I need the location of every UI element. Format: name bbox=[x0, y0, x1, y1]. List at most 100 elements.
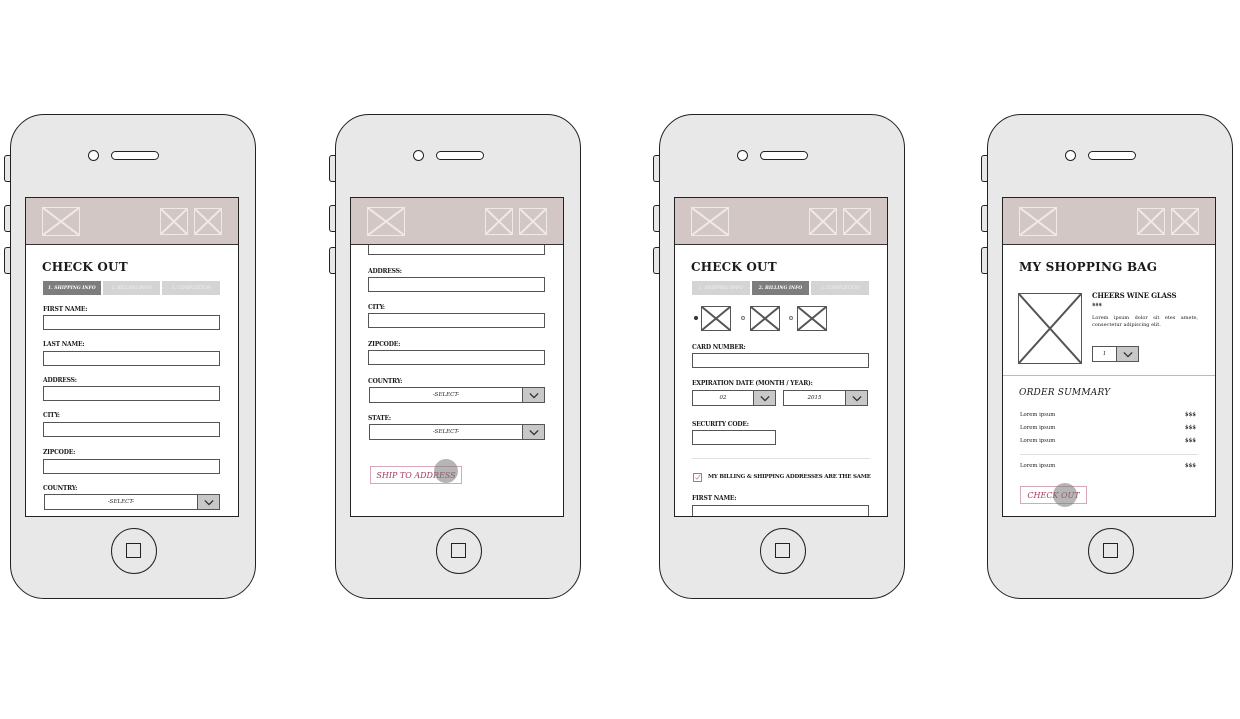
volume-up-button bbox=[653, 205, 659, 232]
card-type-radio[interactable] bbox=[741, 316, 745, 320]
header-icon-placeholder[interactable] bbox=[809, 208, 837, 235]
first-name-label: FIRST NAME: bbox=[43, 306, 88, 313]
city-label: CITY: bbox=[43, 412, 60, 419]
order-summary-title: ORDER SUMMARY bbox=[1019, 388, 1111, 398]
chevron-down-icon[interactable] bbox=[845, 391, 867, 405]
chevron-down-icon[interactable] bbox=[197, 495, 219, 509]
last-name-field[interactable] bbox=[43, 351, 220, 366]
address-field[interactable] bbox=[368, 277, 545, 292]
header-icon-placeholder[interactable] bbox=[160, 208, 188, 235]
first-name-field[interactable] bbox=[43, 315, 220, 330]
card-type-radio[interactable] bbox=[789, 316, 793, 320]
touch-indicator bbox=[434, 459, 458, 483]
volume-down-button bbox=[329, 247, 335, 274]
speaker-icon bbox=[111, 151, 159, 160]
city-field[interactable] bbox=[368, 313, 545, 328]
summary-row-amount: $$$ bbox=[1184, 438, 1196, 444]
quantity-value: 1 bbox=[1102, 351, 1107, 357]
app-header bbox=[26, 198, 238, 245]
security-code-field[interactable] bbox=[692, 430, 776, 445]
state-label: STATE: bbox=[368, 415, 391, 422]
country-select-value: -SELECT- bbox=[107, 499, 135, 505]
front-camera-icon bbox=[1065, 150, 1076, 161]
chevron-down-icon[interactable] bbox=[522, 425, 544, 439]
mute-switch bbox=[981, 155, 987, 182]
header-icon-placeholder[interactable] bbox=[1171, 208, 1199, 235]
app-header bbox=[351, 198, 563, 245]
header-icon-placeholder[interactable] bbox=[1137, 208, 1165, 235]
page-title: CHECK OUT bbox=[691, 260, 777, 274]
card-number-field[interactable] bbox=[692, 353, 869, 368]
product-name[interactable]: CHEERS WINE GLASS bbox=[1092, 291, 1177, 300]
card-type-placeholder-icon[interactable] bbox=[701, 306, 731, 331]
zipcode-label: ZIPCODE: bbox=[368, 341, 401, 348]
home-button[interactable] bbox=[436, 528, 482, 574]
phone-billing-info: CHECK OUT 1. SHIPPING INFO 2. BILLING IN… bbox=[653, 114, 905, 599]
chevron-down-icon[interactable] bbox=[522, 388, 544, 402]
speaker-icon bbox=[1088, 151, 1136, 160]
logo-placeholder-icon[interactable] bbox=[42, 207, 80, 236]
screen: ADDRESS: CITY: ZIPCODE: COUNTRY: -SELECT… bbox=[350, 197, 564, 517]
address-field[interactable] bbox=[43, 386, 220, 401]
chevron-down-icon[interactable] bbox=[1116, 347, 1138, 361]
volume-up-button bbox=[329, 205, 335, 232]
security-code-label: SECURITY CODE: bbox=[692, 421, 749, 428]
city-field[interactable] bbox=[43, 422, 220, 437]
country-select[interactable]: -SELECT- bbox=[369, 387, 545, 403]
expiration-month-select[interactable]: 02 bbox=[692, 390, 776, 406]
quantity-select[interactable]: 1 bbox=[1092, 346, 1139, 362]
logo-placeholder-icon[interactable] bbox=[367, 207, 405, 236]
card-type-placeholder-icon[interactable] bbox=[750, 306, 780, 331]
tab-billing-info[interactable]: 2. BILLING INFO bbox=[751, 281, 810, 295]
volume-down-button bbox=[653, 247, 659, 274]
first-name-label: FIRST NAME: bbox=[692, 495, 737, 502]
country-select[interactable]: -SELECT- bbox=[44, 494, 220, 510]
screen: MY SHOPPING BAG CHEERS WINE GLASS $$$ Lo… bbox=[1002, 197, 1216, 517]
tab-billing-info[interactable]: 2. BILLING INFO bbox=[102, 281, 161, 295]
country-select-value: -SELECT- bbox=[432, 392, 460, 398]
screen: CHECK OUT 1. SHIPPING INFO 2. BILLING IN… bbox=[674, 197, 888, 517]
header-icon-placeholder[interactable] bbox=[519, 208, 547, 235]
first-name-field[interactable] bbox=[692, 505, 869, 516]
state-select[interactable]: -SELECT- bbox=[369, 424, 545, 440]
divider bbox=[1020, 454, 1198, 455]
summary-row-label: Lorem ipsum bbox=[1020, 412, 1056, 418]
country-label: COUNTRY: bbox=[368, 378, 403, 385]
phone-shipping-info: CHECK OUT 1. SHIPPING INFO 2. BILLING IN… bbox=[4, 114, 256, 599]
zipcode-field[interactable] bbox=[43, 459, 220, 474]
tab-shipping-info[interactable]: 1. SHIPPING INFO bbox=[692, 281, 750, 295]
touch-indicator bbox=[1053, 483, 1077, 507]
country-label: COUNTRY: bbox=[43, 485, 78, 492]
card-number-label: CARD NUMBER: bbox=[692, 344, 746, 351]
card-type-radio[interactable] bbox=[694, 316, 698, 320]
product-price: $$$ bbox=[1092, 302, 1102, 308]
tab-shipping-info[interactable]: 1. SHIPPING INFO bbox=[43, 281, 101, 295]
phone-shipping-address: ADDRESS: CITY: ZIPCODE: COUNTRY: -SELECT… bbox=[329, 114, 581, 599]
summary-total-label: Lorem ipsum bbox=[1020, 463, 1056, 469]
zipcode-field[interactable] bbox=[368, 350, 545, 365]
summary-row-amount: $$$ bbox=[1184, 425, 1196, 431]
tab-completion[interactable]: 3. COMPLETION bbox=[811, 281, 870, 295]
logo-placeholder-icon[interactable] bbox=[691, 207, 729, 236]
header-icon-placeholder[interactable] bbox=[843, 208, 871, 235]
screen: CHECK OUT 1. SHIPPING INFO 2. BILLING IN… bbox=[25, 197, 239, 517]
zipcode-label: ZIPCODE: bbox=[43, 449, 76, 456]
address-label: ADDRESS: bbox=[43, 377, 77, 384]
product-image-placeholder-icon[interactable] bbox=[1018, 293, 1082, 364]
tab-completion[interactable]: 3. COMPLETION bbox=[162, 281, 221, 295]
card-type-placeholder-icon[interactable] bbox=[797, 306, 827, 331]
summary-row-amount: $$$ bbox=[1184, 412, 1196, 418]
header-icon-placeholder[interactable] bbox=[194, 208, 222, 235]
home-button-icon bbox=[451, 543, 466, 558]
header-icon-placeholder[interactable] bbox=[485, 208, 513, 235]
same-address-checkbox[interactable] bbox=[693, 473, 702, 482]
volume-down-button bbox=[981, 247, 987, 274]
front-camera-icon bbox=[88, 150, 99, 161]
logo-placeholder-icon[interactable] bbox=[1019, 207, 1057, 236]
chevron-down-icon[interactable] bbox=[753, 391, 775, 405]
home-button[interactable] bbox=[1088, 528, 1134, 574]
home-button[interactable] bbox=[760, 528, 806, 574]
expiration-year-select[interactable]: 2015 bbox=[783, 390, 868, 406]
mute-switch bbox=[653, 155, 659, 182]
home-button[interactable] bbox=[111, 528, 157, 574]
